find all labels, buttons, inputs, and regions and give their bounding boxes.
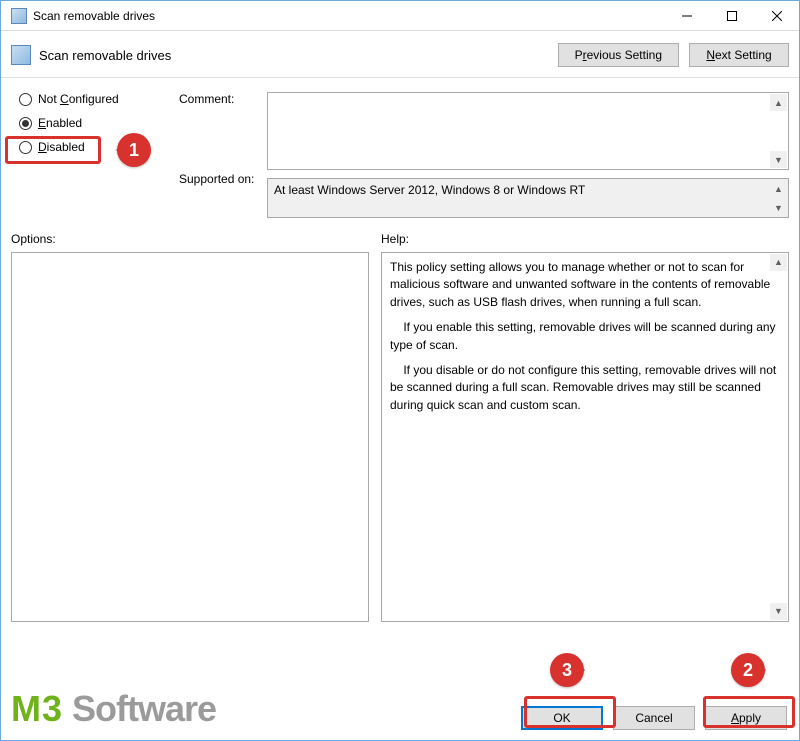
radio-enabled[interactable]: Enabled (19, 116, 169, 130)
options-pane[interactable] (11, 252, 369, 622)
policy-icon (11, 45, 31, 65)
radio-icon (19, 141, 32, 154)
annotation-badge-3: 3 (550, 653, 584, 687)
radio-icon (19, 117, 32, 130)
title-bar: Scan removable drives (1, 1, 799, 31)
watermark-logo: M3 Software (11, 688, 216, 730)
scroll-up-icon[interactable]: ▲ (770, 254, 787, 271)
help-paragraph: If you disable or do not configure this … (390, 362, 780, 414)
minimize-button[interactable] (664, 1, 709, 30)
supported-on-field: At least Windows Server 2012, Windows 8 … (267, 178, 789, 218)
cancel-button[interactable]: Cancel (613, 706, 695, 730)
scroll-up-icon[interactable]: ▲ (770, 180, 787, 197)
help-label: Help: (381, 232, 409, 246)
help-pane: This policy setting allows you to manage… (381, 252, 789, 622)
help-paragraph: If you enable this setting, removable dr… (390, 319, 780, 354)
state-radios: Not Configured Enabled Disabled (19, 92, 169, 218)
options-label: Options: (11, 232, 381, 246)
supported-label: Supported on: (179, 172, 257, 186)
policy-title: Scan removable drives (39, 48, 171, 63)
annotation-badge-2: 2 (731, 653, 765, 687)
comment-label: Comment: (179, 92, 257, 106)
scroll-down-icon[interactable]: ▼ (770, 603, 787, 620)
supported-on-text: At least Windows Server 2012, Windows 8 … (274, 183, 585, 197)
settings-area: Not Configured Enabled Disabled Comment:… (1, 78, 799, 224)
apply-button[interactable]: Apply (705, 706, 787, 730)
ok-button[interactable]: OK (521, 706, 603, 730)
header: Scan removable drives Previous Setting N… (1, 31, 799, 78)
scroll-up-icon[interactable]: ▲ (770, 94, 787, 111)
radio-icon (19, 93, 32, 106)
next-setting-button[interactable]: Next Setting (689, 43, 789, 67)
close-button[interactable] (754, 1, 799, 30)
app-icon (11, 8, 27, 24)
maximize-button[interactable] (709, 1, 754, 30)
help-paragraph: This policy setting allows you to manage… (390, 259, 780, 311)
radio-not-configured[interactable]: Not Configured (19, 92, 169, 106)
previous-setting-button[interactable]: Previous Setting (558, 43, 679, 67)
dialog-footer: OK Cancel Apply (521, 706, 787, 730)
scroll-down-icon[interactable]: ▼ (770, 199, 787, 216)
window-title: Scan removable drives (33, 9, 155, 23)
comment-field[interactable]: ▲ ▼ (267, 92, 789, 170)
radio-disabled[interactable]: Disabled (19, 140, 169, 154)
scroll-down-icon[interactable]: ▼ (770, 151, 787, 168)
